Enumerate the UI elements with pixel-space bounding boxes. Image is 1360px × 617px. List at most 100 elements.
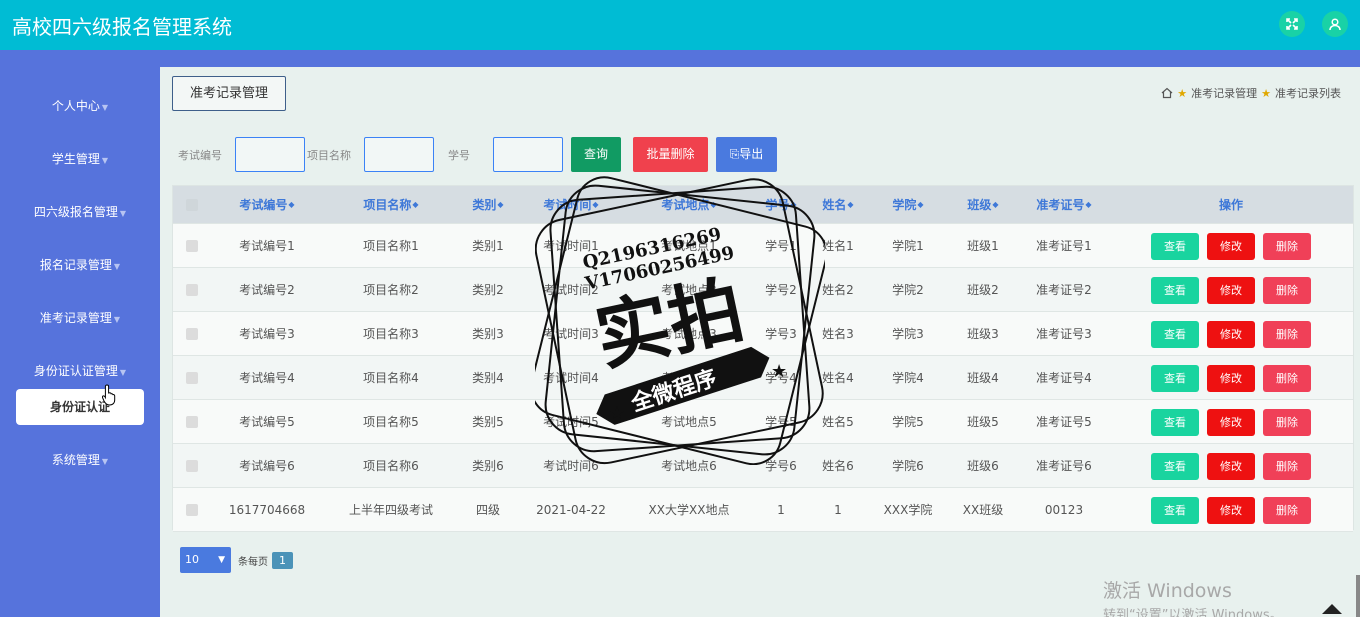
table-cell: 类别2 (472, 283, 504, 297)
sidebar-subitem-id-verify[interactable]: 身份证认证 (16, 389, 144, 425)
table-cell: 班级2 (967, 283, 999, 297)
column-header[interactable]: 类别 ◆ (472, 186, 503, 223)
user-icon[interactable] (1322, 11, 1348, 37)
table-cell: 项目名称2 (363, 283, 419, 297)
column-header[interactable]: 准考证号 ◆ (1036, 186, 1091, 223)
view-button[interactable]: 查看 (1151, 365, 1199, 392)
edit-button[interactable]: 修改 (1207, 497, 1255, 524)
table-cell: 考试编号1 (239, 239, 295, 253)
view-button[interactable]: 查看 (1151, 277, 1199, 304)
star-icon: ★ (609, 403, 625, 424)
sidebar-item-students[interactable]: 学生管理 ▼ (0, 150, 160, 167)
sidebar-item-admission-records[interactable]: 准考记录管理 ▼ (0, 309, 160, 326)
page-number[interactable]: 1 (272, 551, 293, 569)
tab-admission-records[interactable]: 准考记录管理 (172, 76, 286, 111)
sidebar-item-system[interactable]: 系统管理 ▼ (0, 451, 160, 468)
row-checkbox[interactable] (186, 504, 198, 516)
row-checkbox[interactable] (186, 460, 198, 472)
chevron-down-icon: ▼ (101, 457, 109, 466)
edit-button[interactable]: 修改 (1207, 409, 1255, 436)
row-checkbox[interactable] (186, 240, 198, 252)
column-header[interactable]: 项目名称 ◆ (363, 186, 418, 223)
table-cell: 考试编号6 (239, 459, 295, 473)
page-size-select[interactable]: 10 ▼ (180, 547, 231, 573)
sidebar-item-label: 准考记录管理 (39, 311, 112, 325)
export-icon: ⎘ (729, 147, 740, 161)
delete-button[interactable]: 删除 (1263, 365, 1311, 392)
row-checkbox[interactable] (186, 372, 198, 384)
query-button[interactable]: 查询 (571, 137, 621, 172)
view-button[interactable]: 查看 (1151, 497, 1199, 524)
breadcrumb: ★ 准考记录管理 ★ 准考记录列表 (1161, 85, 1341, 101)
table-cell: 类别3 (472, 327, 504, 341)
expand-icon[interactable] (1279, 11, 1305, 37)
edit-button[interactable]: 修改 (1207, 233, 1255, 260)
project-name-label: 项目名称 (307, 149, 351, 162)
app-title: 高校四六级报名管理系统 (12, 15, 232, 39)
row-checkbox[interactable] (186, 416, 198, 428)
table-cell: 类别5 (472, 415, 504, 429)
table-cell: 姓名2 (822, 283, 854, 297)
column-header-actions: 操作 (1218, 198, 1244, 212)
row-checkbox[interactable] (186, 284, 198, 296)
table-cell: 班级3 (967, 327, 999, 341)
table-cell: 班级4 (967, 371, 999, 385)
view-button[interactable]: 查看 (1151, 453, 1199, 480)
table-cell: XX大学XX地点 (648, 503, 730, 517)
delete-button[interactable]: 删除 (1263, 233, 1311, 260)
delete-button[interactable]: 删除 (1263, 409, 1311, 436)
breadcrumb-level1[interactable]: 准考记录管理 (1191, 85, 1257, 101)
table-cell: XXX学院 (883, 503, 933, 517)
edit-button[interactable]: 修改 (1207, 453, 1255, 480)
sidebar-item-registration-records[interactable]: 报名记录管理 ▼ (0, 256, 160, 273)
sidebar-item-label: 系统管理 (51, 453, 100, 467)
accent-strip (0, 50, 1360, 67)
table-cell: 学院3 (892, 327, 924, 341)
table-cell: 1 (777, 502, 785, 517)
table-cell: 1617704668 (228, 502, 306, 517)
table-cell: 班级5 (967, 415, 999, 429)
view-button[interactable]: 查看 (1151, 409, 1199, 436)
table-cell: 学院1 (892, 239, 924, 253)
exam-no-input[interactable] (235, 137, 305, 172)
table-cell: 项目名称3 (363, 327, 419, 341)
sidebar-item-label: 学生管理 (51, 152, 100, 166)
table-cell: 准考证号6 (1036, 459, 1092, 473)
project-name-input[interactable] (364, 137, 434, 172)
windows-activation-notice: 激活 Windows 转到“设置”以激活 Windows。 (1103, 580, 1283, 617)
table-cell: 上半年四级考试 (348, 503, 434, 517)
select-all-checkbox[interactable] (186, 199, 198, 211)
sidebar-item-label: 四六级报名管理 (33, 205, 118, 219)
home-icon[interactable] (1161, 87, 1173, 99)
view-button[interactable]: 查看 (1151, 321, 1199, 348)
view-button[interactable]: 查看 (1151, 233, 1199, 260)
column-header[interactable]: 姓名 ◆ (822, 186, 853, 223)
table-cell: 班级6 (967, 459, 999, 473)
column-header[interactable]: 班级 ◆ (967, 186, 998, 223)
column-header[interactable]: 考试编号 ◆ (239, 186, 294, 223)
sidebar-item-cet-registration[interactable]: 四六级报名管理 ▼ (0, 203, 160, 220)
table-cell: 项目名称6 (363, 459, 419, 473)
table-cell: 姓名1 (822, 239, 854, 253)
row-checkbox[interactable] (186, 328, 198, 340)
delete-button[interactable]: 删除 (1263, 497, 1311, 524)
edit-button[interactable]: 修改 (1207, 365, 1255, 392)
student-no-input[interactable] (493, 137, 563, 172)
sidebar-item-personal-center[interactable]: 个人中心 ▼ (0, 97, 160, 114)
table-row: 1617704668 上半年四级考试 四级 2021-04-22 XX大学XX地点 1 1 X… (173, 488, 1353, 532)
column-header[interactable]: 学院 ◆ (892, 186, 923, 223)
scroll-arrow-icon[interactable] (1322, 604, 1342, 614)
chevron-down-icon: ▼ (113, 315, 121, 324)
table-cell: 准考证号2 (1036, 283, 1092, 297)
batch-delete-button[interactable]: 批量删除 (633, 137, 708, 172)
scrollbar[interactable] (1356, 575, 1360, 617)
edit-button[interactable]: 修改 (1207, 321, 1255, 348)
delete-button[interactable]: 删除 (1263, 277, 1311, 304)
sidebar-item-id-verification[interactable]: 身份证认证管理 ▼ (0, 362, 160, 379)
table-cell: 准考证号4 (1036, 371, 1092, 385)
delete-button[interactable]: 删除 (1263, 321, 1311, 348)
table-cell: 考试编号2 (239, 283, 295, 297)
export-button[interactable]: ⎘导出 (716, 137, 777, 172)
edit-button[interactable]: 修改 (1207, 277, 1255, 304)
delete-button[interactable]: 删除 (1263, 453, 1311, 480)
